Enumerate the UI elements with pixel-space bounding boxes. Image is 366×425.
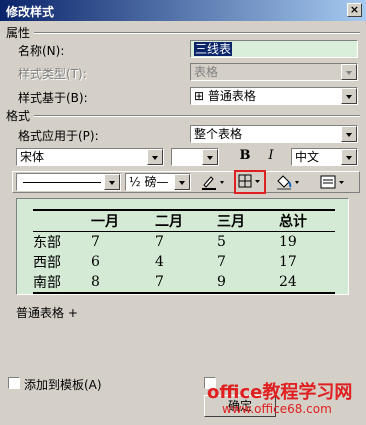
pen-icon (202, 176, 224, 190)
watermark-url: www.office68.com (222, 402, 332, 416)
preview-cell: 4 (155, 254, 164, 270)
font-combo[interactable]: 宋体 (16, 148, 164, 166)
style-type-dropdown-icon (341, 64, 357, 80)
borders-button[interactable] (234, 170, 266, 194)
preview-cell: 7 (155, 272, 217, 294)
preview-cell: 8 (91, 272, 155, 294)
add-to-template-label[interactable]: 添加到模板(A) (24, 376, 102, 393)
based-on-combo[interactable]: ⊞ 普通表格 (190, 87, 358, 105)
name-label: 名称(N): (18, 44, 65, 58)
properties-divider (34, 32, 360, 34)
apply-to-dropdown-icon[interactable] (341, 126, 357, 142)
based-on-label: 样式基于(B): (18, 91, 88, 105)
italic-button[interactable]: I (261, 147, 281, 167)
preview-header-cell: 二月 (155, 209, 217, 232)
preview-cell: 南部 (33, 272, 91, 294)
preview-cell: 19 (279, 234, 297, 250)
apply-to-label: 格式应用于(P): (18, 129, 99, 143)
name-field-value: 三线表 (194, 42, 233, 56)
line-width-combo[interactable]: ½ 磅— (125, 173, 191, 191)
based-on-value: ⊞ 普通表格 (194, 89, 256, 103)
style-preview: 一月 二月 三月 总计 东部 7 7 5 19 西部 6 4 7 17 南部 8… (16, 198, 349, 295)
language-dropdown-icon[interactable] (341, 149, 357, 165)
font-dropdown-icon[interactable] (147, 149, 163, 165)
font-size-combo[interactable] (171, 148, 219, 166)
apply-to-value: 整个表格 (194, 127, 243, 141)
preview-cell: 7 (91, 234, 100, 250)
apply-to-combo[interactable]: 整个表格 (190, 125, 358, 143)
watermark-title: office教程学习网 (207, 382, 353, 403)
line-width-suffix: — (156, 175, 169, 189)
border-color-button[interactable] (198, 172, 228, 192)
preview-cell: 7 (217, 254, 226, 270)
style-description: 普通表格 + (16, 306, 78, 320)
preview-header-cell: 三月 (217, 209, 279, 232)
preview-cell: 24 (279, 272, 335, 294)
preview-table: 一月 二月 三月 总计 东部 7 7 5 19 西部 6 4 7 17 南部 8… (33, 209, 335, 294)
title-bar: 修改样式 × (0, 0, 366, 21)
preview-cell: 东部 (33, 235, 61, 251)
style-type-combo: 表格 (190, 63, 358, 81)
line-width-dropdown-icon[interactable] (174, 174, 190, 190)
bold-button[interactable]: B (235, 147, 255, 167)
properties-section-label: 属性 (6, 26, 31, 40)
name-field[interactable]: 三线表 (190, 40, 358, 58)
font-value: 宋体 (20, 150, 45, 164)
alignment-icon (320, 175, 344, 189)
language-combo[interactable]: 中文 (291, 148, 358, 166)
format-section-label: 格式 (6, 109, 31, 123)
format-divider (34, 115, 360, 117)
preview-header-cell (33, 209, 91, 232)
line-style-sample (23, 182, 101, 183)
add-to-template-checkbox[interactable] (8, 377, 20, 389)
line-width-value: ½ 磅 (129, 175, 157, 189)
modify-style-dialog: 修改样式 × 属性 名称(N): 三线表 样式类型(T): 表格 样式基于(B)… (0, 0, 366, 425)
font-size-dropdown-icon[interactable] (202, 149, 218, 165)
line-style-dropdown-icon[interactable] (104, 174, 120, 190)
style-type-value: 表格 (194, 65, 219, 79)
preview-header-row: 一月 二月 三月 总计 (33, 209, 335, 232)
based-on-dropdown-icon[interactable] (341, 88, 357, 104)
preview-row: 西部 6 4 7 17 (33, 252, 335, 272)
line-style-combo[interactable] (16, 173, 121, 191)
preview-cell: 5 (217, 234, 226, 250)
preview-cell: 17 (279, 254, 297, 270)
preview-row: 东部 7 7 5 19 (33, 232, 335, 253)
preview-header-cell: 一月 (91, 209, 155, 232)
preview-cell: 7 (155, 234, 164, 250)
preview-header-cell: 总计 (279, 209, 335, 232)
preview-cell: 西部 (33, 255, 61, 271)
preview-cell: 6 (91, 254, 100, 270)
preview-row: 南部 8 7 9 24 (33, 272, 335, 294)
close-button[interactable]: × (347, 3, 362, 17)
window-title: 修改样式 (6, 5, 55, 19)
style-type-label: 样式类型(T): (18, 67, 87, 81)
language-value: 中文 (295, 150, 320, 164)
all-borders-icon (238, 174, 260, 188)
cell-alignment-button[interactable] (318, 172, 348, 192)
preview-cell: 9 (217, 272, 279, 294)
shading-button[interactable] (273, 172, 303, 192)
paint-bucket-icon (277, 175, 299, 190)
